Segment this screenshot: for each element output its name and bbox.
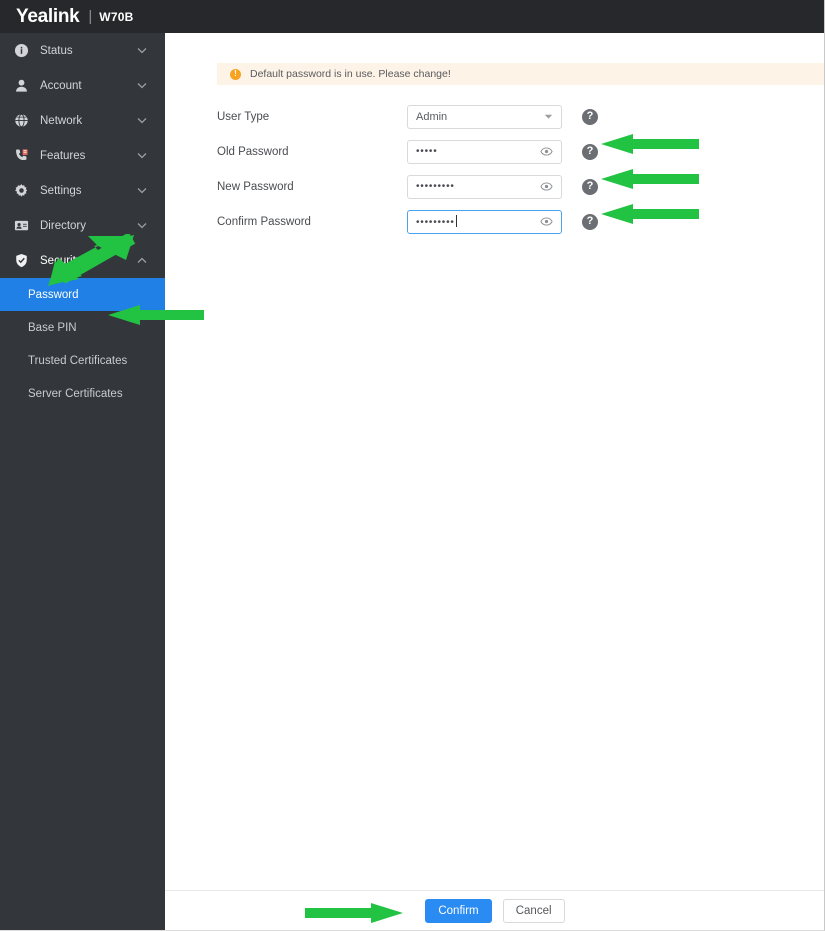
text-cursor — [455, 215, 457, 227]
sidebar-item-label: Settings — [40, 184, 82, 197]
help-icon-new-password[interactable]: ? — [582, 178, 598, 195]
user-icon — [12, 77, 30, 95]
show-password-eye-icon[interactable] — [540, 215, 553, 228]
web-ui-root: Yealink | W70B Status Account Network Fe… — [0, 0, 825, 931]
sidebar-subitem-label: Password — [28, 288, 79, 301]
confirm-password-text: ••••••••• — [416, 217, 455, 228]
brand-logo: Yealink — [16, 5, 80, 27]
chevron-down-icon[interactable] — [137, 222, 147, 229]
help-icon-user-type[interactable]: ? — [582, 108, 598, 125]
sidebar-subitem-label: Server Certificates — [28, 387, 123, 400]
exclamation-circle-icon: ! — [230, 68, 241, 80]
password-form: User Type Admin ? Old Password ••••• ? N… — [217, 99, 824, 239]
old-password-input[interactable]: ••••• — [407, 139, 562, 164]
sidebar-item-settings[interactable]: Settings — [0, 173, 165, 208]
sidebar-subitem-password[interactable]: Password — [0, 278, 165, 311]
confirm-button[interactable]: Confirm — [425, 899, 492, 923]
sidebar-subitem-label: Trusted Certificates — [28, 354, 128, 367]
user-type-label: User Type — [217, 110, 270, 123]
default-password-warning-banner: ! Default password is in use. Please cha… — [217, 63, 824, 85]
show-password-eye-icon[interactable] — [540, 180, 553, 193]
confirm-password-input[interactable]: ••••••••• — [407, 209, 562, 234]
form-row-user-type: User Type Admin ? — [217, 99, 824, 134]
old-password-value: ••••• — [416, 146, 438, 157]
help-icon-confirm-password[interactable]: ? — [582, 213, 598, 230]
sidebar-item-label: Network — [40, 114, 83, 127]
sidebar-subitem-base-pin[interactable]: Base PIN — [0, 311, 165, 344]
sidebar-item-network[interactable]: Network — [0, 103, 165, 138]
chevron-down-icon[interactable] — [137, 47, 147, 54]
phone-icon — [12, 147, 30, 165]
brand-separator: | — [88, 8, 93, 25]
sidebar-item-status[interactable]: Status — [0, 33, 165, 68]
globe-icon — [12, 112, 30, 130]
sidebar-item-label: Features — [40, 149, 86, 162]
cancel-button[interactable]: Cancel — [502, 899, 565, 923]
sidebar-item-features[interactable]: Features — [0, 138, 165, 173]
chevron-down-icon[interactable] — [137, 152, 147, 159]
gear-icon — [12, 182, 30, 200]
sidebar-item-directory[interactable]: Directory — [0, 208, 165, 243]
sidebar-subitem-label: Base PIN — [28, 321, 77, 334]
sidebar-item-label: Directory — [40, 219, 87, 232]
device-model-label: W70B — [99, 9, 134, 24]
new-password-label: New Password — [217, 180, 294, 193]
contact-card-icon — [12, 217, 30, 235]
user-type-value: Admin — [416, 110, 448, 123]
user-type-select[interactable]: Admin — [407, 104, 562, 129]
banner-message: Default password is in use. Please chang… — [250, 68, 451, 80]
help-icon-old-password[interactable]: ? — [582, 143, 598, 160]
confirm-password-label: Confirm Password — [217, 215, 311, 228]
new-password-value: ••••••••• — [416, 181, 455, 192]
app-header: Yealink | W70B — [0, 0, 824, 33]
sidebar-item-security[interactable]: Security — [0, 243, 165, 278]
chevron-down-icon[interactable] — [137, 187, 147, 194]
form-row-confirm-password: Confirm Password ••••••••• ? — [217, 204, 824, 239]
sidebar-item-label: Status — [40, 44, 73, 57]
old-password-label: Old Password — [217, 145, 289, 158]
form-row-old-password: Old Password ••••• ? — [217, 134, 824, 169]
show-password-eye-icon[interactable] — [540, 145, 553, 158]
confirm-password-value: ••••••••• — [416, 215, 540, 228]
sidebar-item-label: Security — [40, 254, 82, 267]
sidebar-item-label: Account — [40, 79, 82, 92]
chevron-down-icon[interactable] — [137, 82, 147, 89]
chevron-down-icon[interactable] — [137, 117, 147, 124]
form-row-new-password: New Password ••••••••• ? — [217, 169, 824, 204]
shield-icon — [12, 252, 30, 270]
chevron-up-icon[interactable] — [137, 257, 147, 264]
sidebar-nav: Status Account Network Features Settings… — [0, 33, 165, 930]
sidebar-subitem-trusted-certificates[interactable]: Trusted Certificates — [0, 344, 165, 377]
info-circle-icon — [12, 42, 30, 60]
form-footer: Confirm Cancel — [165, 890, 824, 930]
sidebar-item-account[interactable]: Account — [0, 68, 165, 103]
chevron-down-icon[interactable] — [544, 112, 553, 121]
sidebar-subitem-server-certificates[interactable]: Server Certificates — [0, 377, 165, 410]
new-password-input[interactable]: ••••••••• — [407, 174, 562, 199]
main-content: ! Default password is in use. Please cha… — [165, 33, 824, 930]
